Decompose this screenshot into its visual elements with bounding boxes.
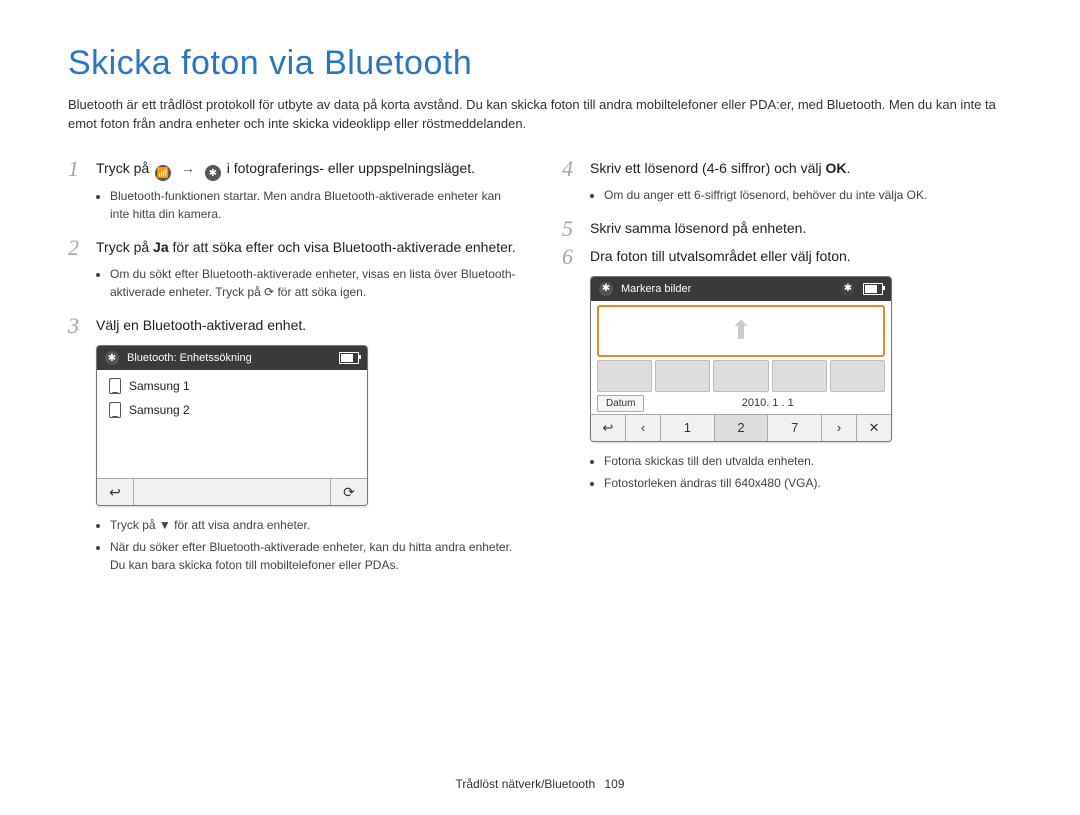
device-search-header: ✱ Bluetooth: Enhetssökning xyxy=(97,346,367,370)
prev-page-button[interactable]: ‹ xyxy=(626,415,661,441)
photo-select-title: Markera bilder xyxy=(621,283,691,295)
step-1-posttext: i fotograferings- eller uppspelningsläge… xyxy=(227,160,475,176)
bluetooth-small-icon: ✱ xyxy=(841,282,855,296)
device-search-ui: ✱ Bluetooth: Enhetssökning Samsung 1 Sam… xyxy=(96,345,368,506)
step-4: 4 Skriv ett lösenord (4-6 siffror) och v… xyxy=(562,158,1012,180)
step-2-posttext: för att söka efter och visa Bluetooth-ak… xyxy=(169,239,516,255)
back-button[interactable]: ↩ xyxy=(591,415,626,441)
thumbnail-4[interactable] xyxy=(772,360,827,392)
intro-paragraph: Bluetooth är ett trådlöst protokoll för … xyxy=(68,96,1012,134)
step-4-bold: OK xyxy=(826,160,847,176)
photo-selection-area: ⬆ xyxy=(591,301,891,392)
back-button[interactable]: ↩ xyxy=(97,479,134,505)
step-5-number: 5 xyxy=(562,218,580,240)
step-3-text: Välj en Bluetooth-aktiverad enhet. xyxy=(96,315,306,336)
step-6-number: 6 xyxy=(562,246,580,268)
step-3-bullet-1: Tryck på ▼ för att visa andra enheter. xyxy=(110,516,518,534)
thumbnail-row xyxy=(597,360,885,392)
footer-section: Trådlöst nätverk/Bluetooth xyxy=(455,777,595,791)
step-5-text: Skriv samma lösenord på enheten. xyxy=(590,218,806,239)
step-4-posttext: . xyxy=(847,160,851,176)
bluetooth-icon: ✱ xyxy=(205,165,221,181)
wireless-icon: 📶 xyxy=(155,165,171,181)
device-item-1-label: Samsung 1 xyxy=(129,379,190,393)
thumbnail-5[interactable] xyxy=(830,360,885,392)
step-4-bullets: Om du anger ett 6-siffrigt lösenord, beh… xyxy=(590,186,1012,204)
pagination-bar: ↩ ‹ 1 2 7 › ✕ xyxy=(591,414,891,441)
step-3: 3 Välj en Bluetooth-aktiverad enhet. xyxy=(68,315,518,337)
step-2-bullet-1: Om du sökt efter Bluetooth-aktiverade en… xyxy=(110,265,518,301)
battery-icon xyxy=(339,352,359,364)
step-6: 6 Dra foton till utvalsområdet eller väl… xyxy=(562,246,1012,268)
photo-select-header: ✱ Markera bilder ✱ xyxy=(591,277,891,301)
post-bullet-2: Fotostorleken ändras till 640x480 (VGA). xyxy=(604,474,1012,492)
device-item-1[interactable]: Samsung 1 xyxy=(97,374,367,398)
post-ui-bullets: Fotona skickas till den utvalda enheten.… xyxy=(590,452,1012,492)
current-date: 2010. 1 . 1 xyxy=(742,397,794,409)
step-2-bold: Ja xyxy=(153,239,169,255)
drop-target[interactable]: ⬆ xyxy=(597,305,885,357)
page-7[interactable]: 7 xyxy=(768,415,822,441)
page-2[interactable]: 2 xyxy=(715,415,769,441)
step-1-bullet-1: Bluetooth-funktionen startar. Men andra … xyxy=(110,187,518,223)
arrow-icon: → xyxy=(181,158,195,179)
step-1-number: 1 xyxy=(68,158,86,180)
bluetooth-status-icon: ✱ xyxy=(105,351,119,365)
battery-icon xyxy=(863,283,883,295)
thumbnail-3[interactable] xyxy=(713,360,768,392)
phone-icon xyxy=(109,378,121,394)
date-row: Datum 2010. 1 . 1 xyxy=(591,395,891,414)
step-1-text: Tryck på 📶 → ✱ i fotograferings- eller u… xyxy=(96,158,475,182)
step-1: 1 Tryck på 📶 → ✱ i fotograferings- eller… xyxy=(68,158,518,182)
step-2: 2 Tryck på Ja för att söka efter och vis… xyxy=(68,237,518,259)
step-2-bullets: Om du sökt efter Bluetooth-aktiverade en… xyxy=(96,265,518,301)
step-2-pretext: Tryck på xyxy=(96,239,153,255)
page-footer: Trådlöst nätverk/Bluetooth 109 xyxy=(0,777,1080,791)
footer-page-number: 109 xyxy=(604,777,624,791)
next-page-button[interactable]: › xyxy=(822,415,857,441)
date-filter-chip[interactable]: Datum xyxy=(597,395,644,412)
step-3-bullets: Tryck på ▼ för att visa andra enheter. N… xyxy=(96,516,518,574)
phone-icon xyxy=(109,402,121,418)
step-4-pretext: Skriv ett lösenord (4-6 siffror) och väl… xyxy=(590,160,826,176)
bluetooth-status-icon: ✱ xyxy=(599,282,613,296)
device-item-2[interactable]: Samsung 2 xyxy=(97,398,367,422)
device-search-title: Bluetooth: Enhetssökning xyxy=(127,352,252,364)
step-6-text: Dra foton till utvalsområdet eller välj … xyxy=(590,246,851,267)
step-2-text: Tryck på Ja för att söka efter och visa … xyxy=(96,237,516,258)
thumbnail-1[interactable] xyxy=(597,360,652,392)
device-item-2-label: Samsung 2 xyxy=(129,403,190,417)
right-column: 4 Skriv ett lösenord (4-6 siffror) och v… xyxy=(562,158,1012,589)
step-3-number: 3 xyxy=(68,315,86,337)
step-4-bullet-1: Om du anger ett 6-siffrigt lösenord, beh… xyxy=(604,186,1012,204)
page-1[interactable]: 1 xyxy=(661,415,715,441)
step-4-bullet-1-text: Om du anger ett 6-siffrigt lösenord, beh… xyxy=(604,188,927,202)
device-search-footer: ↩ ⟳ xyxy=(97,478,367,505)
step-5: 5 Skriv samma lösenord på enheten. xyxy=(562,218,1012,240)
left-column: 1 Tryck på 📶 → ✱ i fotograferings- eller… xyxy=(68,158,518,589)
footer-spacer xyxy=(134,479,331,505)
step-2-number: 2 xyxy=(68,237,86,259)
step-3-bullet-2: När du söker efter Bluetooth-aktiverade … xyxy=(110,538,518,574)
post-bullet-1: Fotona skickas till den utvalda enheten. xyxy=(604,452,1012,470)
photo-select-ui: ✱ Markera bilder ✱ ⬆ xyxy=(590,276,892,442)
step-4-number: 4 xyxy=(562,158,580,180)
close-button[interactable]: ✕ xyxy=(857,415,891,441)
thumbnail-2[interactable] xyxy=(655,360,710,392)
device-list: Samsung 1 Samsung 2 xyxy=(97,370,367,478)
step-1-pretext: Tryck på xyxy=(96,160,149,176)
step-4-text: Skriv ett lösenord (4-6 siffror) och väl… xyxy=(590,158,850,179)
page-title: Skicka foton via Bluetooth xyxy=(68,44,1012,83)
refresh-button[interactable]: ⟳ xyxy=(331,479,367,505)
step-1-bullets: Bluetooth-funktionen startar. Men andra … xyxy=(96,187,518,223)
